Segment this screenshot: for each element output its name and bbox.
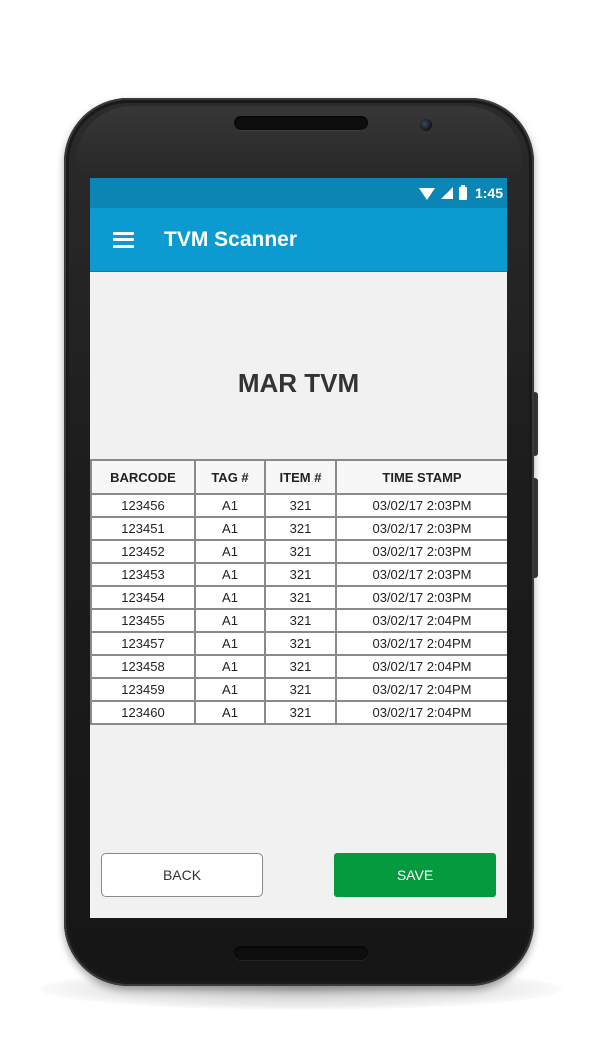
cell-tag: A1 [194,516,266,541]
cell-barcode: 123456 [90,493,196,518]
front-camera [420,119,432,131]
cell-item: 321 [264,585,337,610]
cell-item: 321 [264,700,337,725]
cell-time-stamp: 03/02/17 2:03PM [335,585,507,610]
cell-item: 321 [264,677,337,702]
cell-tag: A1 [194,654,266,679]
column-header-barcode: BARCODE [90,459,196,495]
table-row: 123453 A1 321 03/02/17 2:03PM [90,562,507,587]
cell-tag: A1 [194,585,266,610]
back-button[interactable]: BACK [101,853,263,897]
column-header-tag: TAG # [194,459,266,495]
table-row: 123456 A1 321 03/02/17 2:03PM [90,493,507,518]
cell-tag: A1 [194,608,266,633]
cell-time-stamp: 03/02/17 2:03PM [335,493,507,518]
cell-item: 321 [264,516,337,541]
cell-barcode: 123452 [90,539,196,564]
table-header-row: BARCODE TAG # ITEM # TIME STAMP [90,459,507,495]
device-mockup: 1:45 TVM Scanner MAR TVM BARCODE TAG # I… [0,0,602,1056]
column-header-time-stamp: TIME STAMP [335,459,507,495]
column-header-item: ITEM # [264,459,337,495]
table-row: 123458 A1 321 03/02/17 2:04PM [90,654,507,679]
cell-time-stamp: 03/02/17 2:03PM [335,562,507,587]
cell-barcode: 123459 [90,677,196,702]
bottom-speaker [234,946,368,960]
cell-tag: A1 [194,562,266,587]
menu-icon-line [113,231,134,235]
earpiece-speaker [234,116,368,130]
cell-tag: A1 [194,677,266,702]
menu-icon[interactable] [113,231,134,248]
cell-item: 321 [264,493,337,518]
table-row: 123455 A1 321 03/02/17 2:04PM [90,608,507,633]
cell-time-stamp: 03/02/17 2:04PM [335,677,507,702]
cell-barcode: 123460 [90,700,196,725]
app-title: TVM Scanner [164,227,298,251]
cell-time-stamp: 03/02/17 2:03PM [335,516,507,541]
status-time: 1:45 [474,185,503,201]
battery-icon [458,184,467,200]
table-row: 123454 A1 321 03/02/17 2:03PM [90,585,507,610]
table-row: 123457 A1 321 03/02/17 2:04PM [90,631,507,656]
table-row: 123459 A1 321 03/02/17 2:04PM [90,677,507,702]
cell-item: 321 [264,631,337,656]
cell-tag: A1 [194,493,266,518]
cell-item: 321 [264,562,337,587]
cell-time-stamp: 03/02/17 2:03PM [335,539,507,564]
cell-barcode: 123453 [90,562,196,587]
cell-time-stamp: 03/02/17 2:04PM [335,608,507,633]
table-row: 123451 A1 321 03/02/17 2:03PM [90,516,507,541]
scan-table: BARCODE TAG # ITEM # TIME STAMP 123456 A… [90,459,507,725]
table-row: 123460 A1 321 03/02/17 2:04PM [90,700,507,725]
app-bar: TVM Scanner [90,208,507,272]
cell-time-stamp: 03/02/17 2:04PM [335,631,507,656]
cell-barcode: 123457 [90,631,196,656]
signal-icon [440,187,453,199]
page-heading: MAR TVM [237,368,360,398]
cell-time-stamp: 03/02/17 2:04PM [335,654,507,679]
cell-barcode: 123451 [90,516,196,541]
cell-tag: A1 [194,700,266,725]
cell-item: 321 [264,654,337,679]
app-screen: 1:45 TVM Scanner MAR TVM BARCODE TAG # I… [90,178,507,918]
table-row: 123452 A1 321 03/02/17 2:03PM [90,539,507,564]
menu-icon-line [113,244,134,248]
menu-icon-line [113,238,134,241]
cell-tag: A1 [194,631,266,656]
status-bar: 1:45 [90,178,507,208]
cell-time-stamp: 03/02/17 2:04PM [335,700,507,725]
cell-barcode: 123458 [90,654,196,679]
save-button[interactable]: SAVE [334,853,496,897]
cell-item: 321 [264,539,337,564]
wifi-icon [418,188,435,200]
cell-tag: A1 [194,539,266,564]
cell-barcode: 123454 [90,585,196,610]
cell-barcode: 123455 [90,608,196,633]
cell-item: 321 [264,608,337,633]
